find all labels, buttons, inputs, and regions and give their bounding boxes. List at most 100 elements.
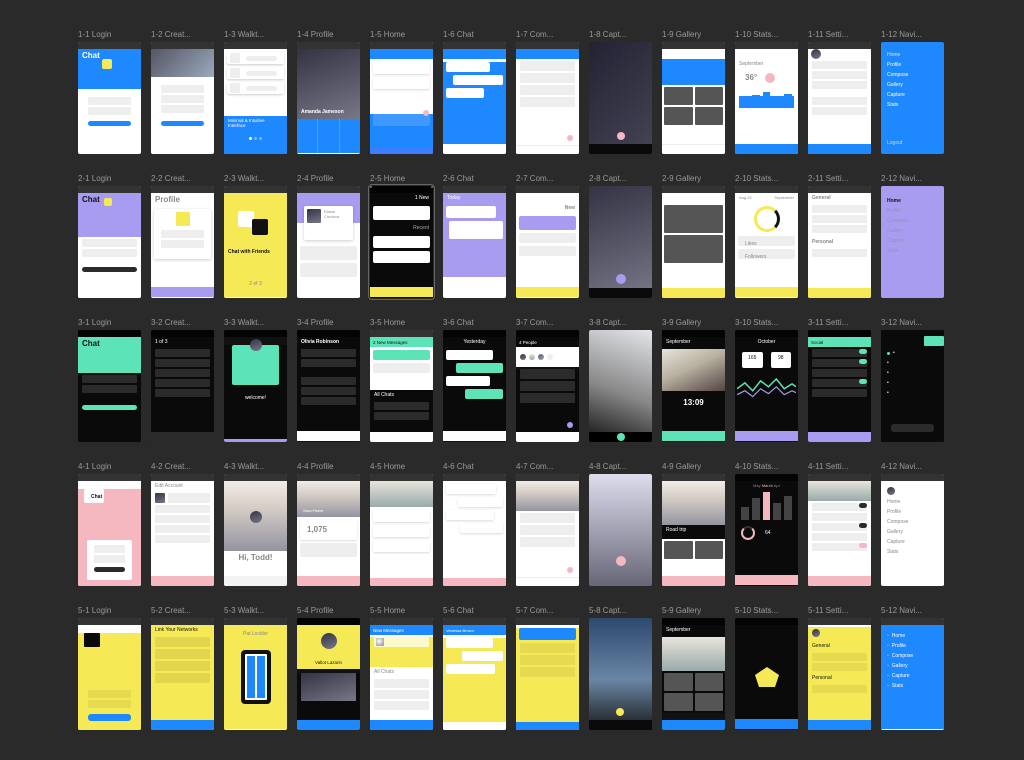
screen-preview[interactable]: Elaine Cordova bbox=[297, 186, 360, 298]
screen-preview[interactable]: Chat bbox=[78, 186, 141, 298]
artboard-4-6[interactable]: 4-6 Chat bbox=[443, 462, 506, 586]
artboard-5-6[interactable]: 5-6 Chat Venessa Brown bbox=[443, 606, 506, 730]
screen-preview[interactable] bbox=[443, 474, 506, 586]
screen-preview[interactable]: ◦Home ◦Profile ◦Compose ◦Gallery ◦Captur… bbox=[881, 618, 944, 730]
screen-preview[interactable]: 1 of 3 bbox=[151, 330, 214, 442]
artboard-1-11[interactable]: 1-11 Setti... bbox=[808, 30, 871, 154]
artboard-2-10[interactable]: 2-10 Stats... Aug 22September Likes Foll… bbox=[735, 174, 798, 298]
screen-preview[interactable] bbox=[589, 186, 652, 298]
artboard-2-9[interactable]: 2-9 Gallery bbox=[662, 174, 725, 298]
screen-preview[interactable]: welcome! bbox=[224, 330, 287, 442]
artboard-3-2[interactable]: 3-2 Creat... 1 of 3 bbox=[151, 318, 214, 442]
artboard-3-3[interactable]: 3-3 Walkt... welcome! bbox=[224, 318, 287, 442]
artboard-1-12[interactable]: 1-12 Navi... Home Profile Compose Galler… bbox=[881, 30, 944, 154]
artboard-1-5[interactable]: 1-5 Home bbox=[370, 30, 433, 154]
artboard-5-2[interactable]: 5-2 Creat... Link Your Networks bbox=[151, 606, 214, 730]
artboard-1-3[interactable]: 1-3 Walkt... Minimal & Intuitive Interfa… bbox=[224, 30, 287, 154]
artboard-1-4[interactable]: 1-4 Profile Amanda Jameson bbox=[297, 30, 360, 154]
artboard-3-11[interactable]: 3-11 Setti... Social bbox=[808, 318, 871, 442]
screen-preview[interactable]: Today bbox=[443, 186, 506, 298]
screen-preview[interactable]: Sara Fisher 1,075 bbox=[297, 474, 360, 586]
artboard-4-10[interactable]: 4-10 Stats... May March Apr 64 bbox=[735, 462, 798, 586]
artboard-2-4[interactable]: 2-4 Profile Elaine Cordova bbox=[297, 174, 360, 298]
screen-preview[interactable]: Link Your Networks bbox=[151, 618, 214, 730]
artboard-2-6[interactable]: 2-6 Chat Today bbox=[443, 174, 506, 298]
artboard-1-10[interactable]: 1-10 Stats... September 36° bbox=[735, 30, 798, 154]
screen-preview[interactable] bbox=[589, 618, 652, 730]
screen-preview[interactable] bbox=[589, 42, 652, 154]
screen-preview[interactable]: Aug 22September Likes Followers bbox=[735, 186, 798, 298]
screen-preview[interactable]: Home Profile Compose Gallery Capture Sta… bbox=[881, 186, 944, 298]
artboard-1-2[interactable]: 1-2 Creat... bbox=[151, 30, 214, 154]
screen-preview[interactable]: Edit Account bbox=[151, 474, 214, 586]
screen-preview[interactable] bbox=[516, 42, 579, 154]
screen-preview[interactable] bbox=[589, 330, 652, 442]
screen-preview[interactable] bbox=[662, 42, 725, 154]
screen-preview[interactable]: Vallot Lazarin bbox=[297, 618, 360, 730]
artboard-3-10[interactable]: 3-10 Stats... October 165 98 bbox=[735, 318, 798, 442]
screen-preview[interactable] bbox=[735, 618, 798, 730]
artboard-1-6[interactable]: 1-6 Chat bbox=[443, 30, 506, 154]
screen-preview[interactable]: October 165 98 bbox=[735, 330, 798, 442]
screen-preview[interactable]: General Personal bbox=[808, 186, 871, 298]
screen-preview[interactable]: General Personal bbox=[808, 618, 871, 730]
screen-preview[interactable]: 1 New Recent bbox=[370, 186, 433, 298]
artboard-2-12[interactable]: 2-12 Navi... Home Profile Compose Galler… bbox=[881, 174, 944, 298]
screen-preview[interactable]: Hi, Todd! bbox=[224, 474, 287, 586]
screen-preview[interactable] bbox=[516, 474, 579, 586]
artboard-4-2[interactable]: 4-2 Creat... Edit Account bbox=[151, 462, 214, 586]
artboard-3-6[interactable]: 3-6 Chat Yesterday bbox=[443, 318, 506, 442]
screen-preview[interactable] bbox=[589, 474, 652, 586]
artboard-3-12[interactable]: 3-12 Navi... • •••• bbox=[881, 318, 944, 442]
screen-preview[interactable]: New bbox=[516, 186, 579, 298]
screen-preview[interactable] bbox=[151, 42, 214, 154]
artboard-1-1[interactable]: 1-1 Login Chat bbox=[78, 30, 141, 154]
artboard-grid[interactable]: 1-1 Login Chat 1-2 Creat... 1-3 Walkt...… bbox=[0, 0, 1024, 760]
artboard-1-7[interactable]: 1-7 Com... bbox=[516, 30, 579, 154]
artboard-2-7[interactable]: 2-7 Com... New bbox=[516, 174, 579, 298]
screen-preview[interactable]: September bbox=[662, 618, 725, 730]
artboard-4-8[interactable]: 4-8 Capt... bbox=[589, 462, 652, 586]
screen-preview[interactable]: 4 People bbox=[516, 330, 579, 442]
screen-preview[interactable]: Venessa Brown bbox=[443, 618, 506, 730]
screen-preview[interactable]: • •••• bbox=[881, 330, 944, 442]
artboard-2-1[interactable]: 2-1 Login Chat bbox=[78, 174, 141, 298]
screen-preview[interactable]: Social bbox=[808, 330, 871, 442]
screen-preview[interactable]: Amanda Jameson bbox=[297, 42, 360, 154]
artboard-5-5[interactable]: 5-5 Home New Messages All Chats bbox=[370, 606, 433, 730]
artboard-4-3[interactable]: 4-3 Walkt... Hi, Todd! bbox=[224, 462, 287, 586]
screen-preview[interactable] bbox=[78, 618, 141, 730]
artboard-3-1[interactable]: 3-1 Login Chat bbox=[78, 318, 141, 442]
artboard-4-5[interactable]: 4-5 Home bbox=[370, 462, 433, 586]
artboard-4-11[interactable]: 4-11 Setti... bbox=[808, 462, 871, 586]
artboard-5-9[interactable]: 5-9 Gallery September bbox=[662, 606, 725, 730]
screen-preview[interactable]: Home Profile Compose Gallery Capture Sta… bbox=[881, 42, 944, 154]
screen-preview[interactable]: Chat bbox=[78, 474, 141, 586]
artboard-3-8[interactable]: 3-8 Capt... bbox=[589, 318, 652, 442]
screen-preview[interactable] bbox=[370, 42, 433, 154]
screen-preview[interactable]: Yesterday bbox=[443, 330, 506, 442]
screen-preview[interactable] bbox=[808, 474, 871, 586]
screen-preview[interactable]: Chat bbox=[78, 330, 141, 442]
artboard-2-5[interactable]: 2-5 Home 1 New Recent bbox=[370, 174, 433, 298]
artboard-5-8[interactable]: 5-8 Capt... bbox=[589, 606, 652, 730]
screen-preview[interactable] bbox=[662, 186, 725, 298]
screen-preview[interactable]: September 13:09 bbox=[662, 330, 725, 442]
artboard-2-3[interactable]: 2-3 Walkt... Chat with Friends 2 of 3 bbox=[224, 174, 287, 298]
artboard-1-9[interactable]: 1-9 Gallery bbox=[662, 30, 725, 154]
screen-preview[interactable]: Chat bbox=[78, 42, 141, 154]
screen-preview[interactable] bbox=[516, 618, 579, 730]
artboard-4-9[interactable]: 4-9 Gallery Road trip bbox=[662, 462, 725, 586]
screen-preview[interactable]: September 36° bbox=[735, 42, 798, 154]
artboard-4-1[interactable]: 4-1 Login Chat bbox=[78, 462, 141, 586]
screen-preview[interactable]: 2 New Messages All Chats bbox=[370, 330, 433, 442]
screen-preview[interactable]: New Messages All Chats bbox=[370, 618, 433, 730]
artboard-3-5[interactable]: 3-5 Home 2 New Messages All Chats bbox=[370, 318, 433, 442]
screen-preview[interactable]: Road trip bbox=[662, 474, 725, 586]
screen-preview[interactable] bbox=[443, 42, 506, 154]
artboard-3-4[interactable]: 3-4 Profile Olivia Robinson bbox=[297, 318, 360, 442]
screen-preview[interactable] bbox=[808, 42, 871, 154]
artboard-2-11[interactable]: 2-11 Setti... General Personal bbox=[808, 174, 871, 298]
screen-preview[interactable]: HomeProfileCompose GalleryCaptureStats bbox=[881, 474, 944, 586]
screen-preview[interactable]: Pat Lockler bbox=[224, 618, 287, 730]
